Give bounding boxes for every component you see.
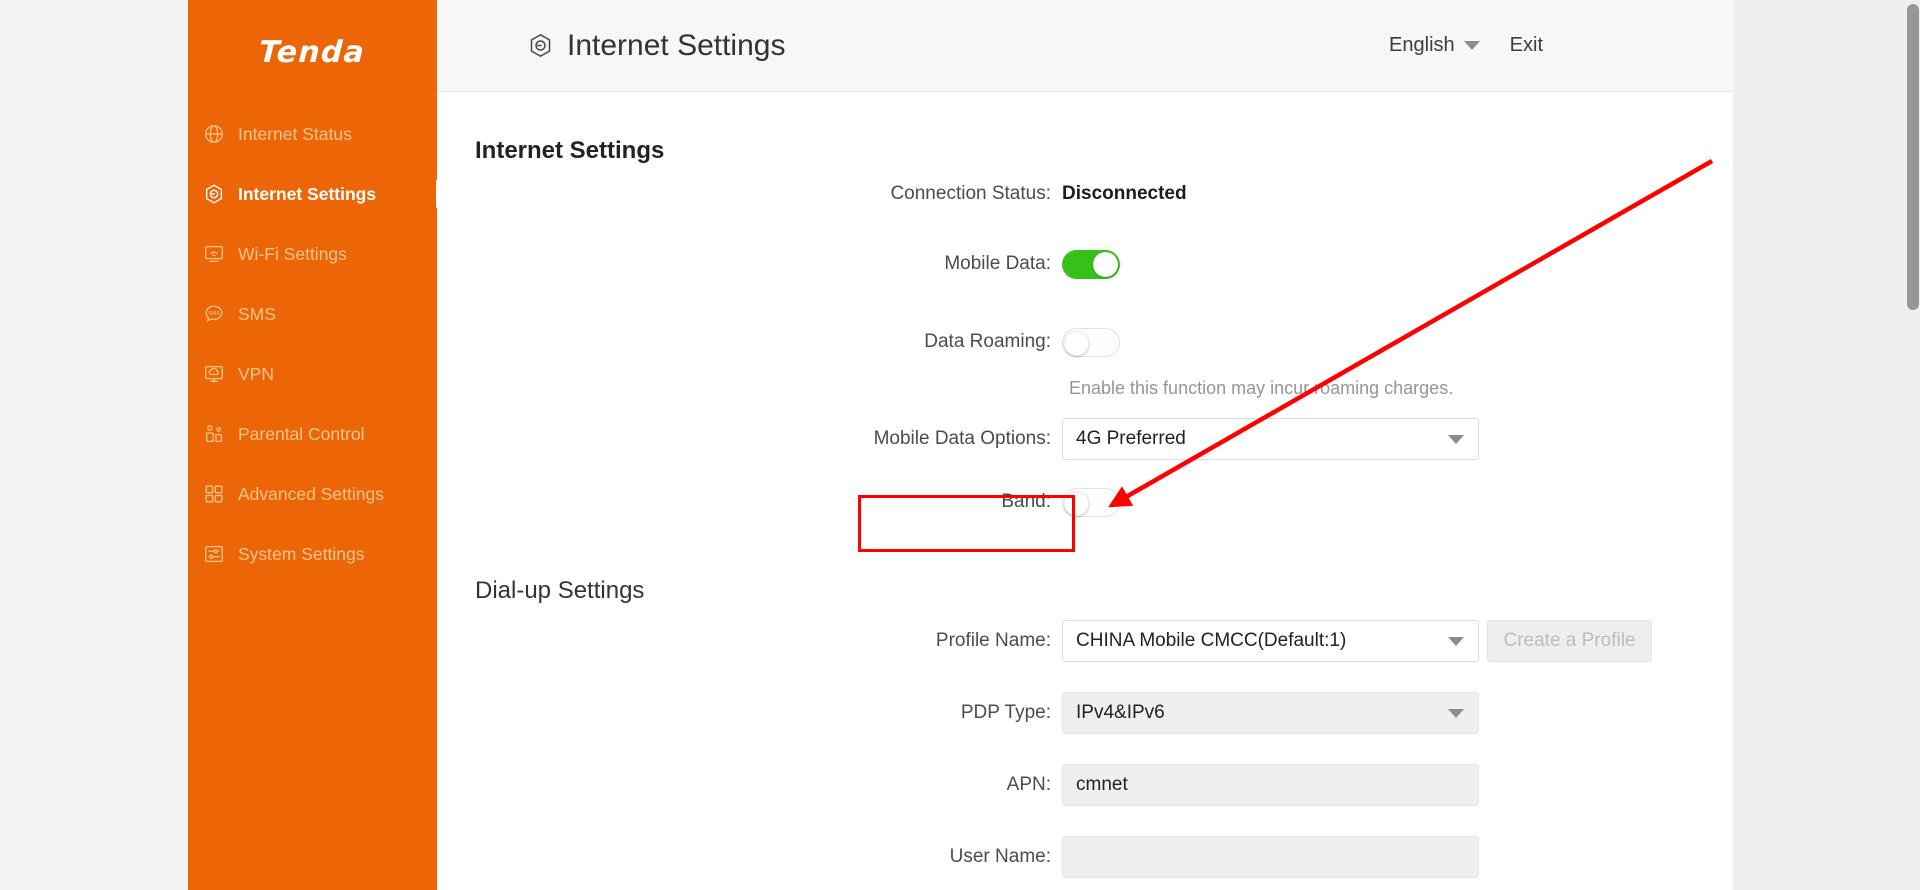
internet-settings-heading: Internet Settings [475,137,664,165]
page-header: Internet Settings English Exit [437,0,1733,92]
pdp-type-row: PDP Type: IPv4&IPv6 [617,691,1479,735]
sidebar-item-label: System Settings [238,544,364,565]
apn-input[interactable]: cmnet [1062,764,1479,806]
language-selector[interactable]: English [1389,34,1480,57]
mobile-data-toggle[interactable] [1062,250,1120,279]
parental-control-icon [201,421,227,447]
svg-text:SMS: SMS [208,311,220,317]
apn-row: APN: cmnet [617,763,1479,807]
header-actions: English Exit [1389,34,1543,57]
sidebar-item-label: Internet Settings [238,184,376,205]
sms-icon: SMS [201,301,227,327]
band-row: Band: [617,487,1120,517]
user-name-input[interactable] [1062,836,1479,878]
sidebar-item-wifi-settings[interactable]: Wi-Fi Settings [188,224,437,284]
right-gutter [1733,0,1920,890]
sidebar-item-vpn[interactable]: VPN [188,344,437,404]
toggle-knob [1064,331,1089,356]
page-title-text: Internet Settings [567,29,785,63]
chevron-down-icon [1464,41,1480,50]
sidebar-item-internet-status[interactable]: Internet Status [188,104,437,164]
sidebar-item-label: VPN [238,364,274,385]
internet-settings-icon [201,181,227,207]
apn-value: cmnet [1076,774,1128,796]
scrollbar-thumb[interactable] [1907,4,1919,310]
dialup-settings-heading: Dial-up Settings [475,577,644,605]
globe-icon [201,121,227,147]
vpn-monitor-icon [201,361,227,387]
wifi-icon [201,241,227,267]
toggle-knob [1064,491,1089,516]
exit-button[interactable]: Exit [1510,34,1543,57]
grid-icon [201,481,227,507]
profile-name-row: Profile Name: CHINA Mobile CMCC(Default:… [617,619,1652,663]
band-label: Band: [617,491,1062,513]
connection-status-value: Disconnected [1062,183,1187,205]
user-name-row: User Name: [617,835,1479,879]
data-roaming-row: Data Roaming: [617,327,1120,357]
pdp-type-value: IPv4&IPv6 [1076,702,1165,724]
internet-settings-icon [527,32,554,59]
brand-logo: Tenda [188,26,437,78]
sidebar: Tenda Internet Status [188,0,437,890]
sidebar-item-label: Wi-Fi Settings [238,244,347,265]
chevron-down-icon [1448,435,1464,444]
data-roaming-label: Data Roaming: [617,331,1062,353]
connection-status-row: Connection Status: Disconnected [617,179,1187,209]
apn-label: APN: [617,774,1062,796]
sidebar-item-internet-settings[interactable]: Internet Settings [188,164,437,224]
mobile-data-row: Mobile Data: [617,249,1120,279]
mobile-data-options-select[interactable]: 4G Preferred [1062,418,1479,460]
pdp-type-label: PDP Type: [617,702,1062,724]
connection-status-label: Connection Status: [617,183,1062,205]
create-profile-button[interactable]: Create a Profile [1487,620,1652,662]
mobile-data-options-label: Mobile Data Options: [617,428,1062,450]
brand-logo-text: Tenda [259,35,367,70]
mobile-data-label: Mobile Data: [617,253,1062,275]
profile-name-value: CHINA Mobile CMCC(Default:1) [1076,630,1346,652]
mobile-data-options-row: Mobile Data Options: 4G Preferred [617,417,1479,461]
sliders-icon [201,541,227,567]
page-title: Internet Settings [527,29,785,63]
left-gutter [0,0,188,890]
toggle-knob [1093,252,1118,277]
sidebar-item-label: Parental Control [238,424,364,445]
chevron-down-icon [1448,637,1464,646]
data-roaming-hint: Enable this function may incur roaming c… [1069,378,1453,399]
profile-name-select[interactable]: CHINA Mobile CMCC(Default:1) [1062,620,1479,662]
sidebar-item-system-settings[interactable]: System Settings [188,524,437,584]
profile-name-label: Profile Name: [617,630,1062,652]
language-label: English [1389,34,1455,57]
sidebar-item-label: Internet Status [238,124,352,145]
pdp-type-select[interactable]: IPv4&IPv6 [1062,692,1479,734]
page-root: Tenda Internet Status [0,0,1920,890]
sidebar-item-label: SMS [238,304,276,325]
user-name-label: User Name: [617,846,1062,868]
band-toggle[interactable] [1062,488,1120,517]
sidebar-nav: Internet Status Internet Settings [188,104,437,584]
sidebar-item-advanced-settings[interactable]: Advanced Settings [188,464,437,524]
sidebar-item-label: Advanced Settings [238,484,384,505]
chevron-down-icon [1448,709,1464,718]
main-content: Internet Settings Connection Status: Dis… [437,92,1733,890]
sidebar-item-sms[interactable]: SMS SMS [188,284,437,344]
data-roaming-toggle[interactable] [1062,328,1120,357]
sidebar-item-parental-control[interactable]: Parental Control [188,404,437,464]
mobile-data-options-value: 4G Preferred [1076,428,1186,450]
